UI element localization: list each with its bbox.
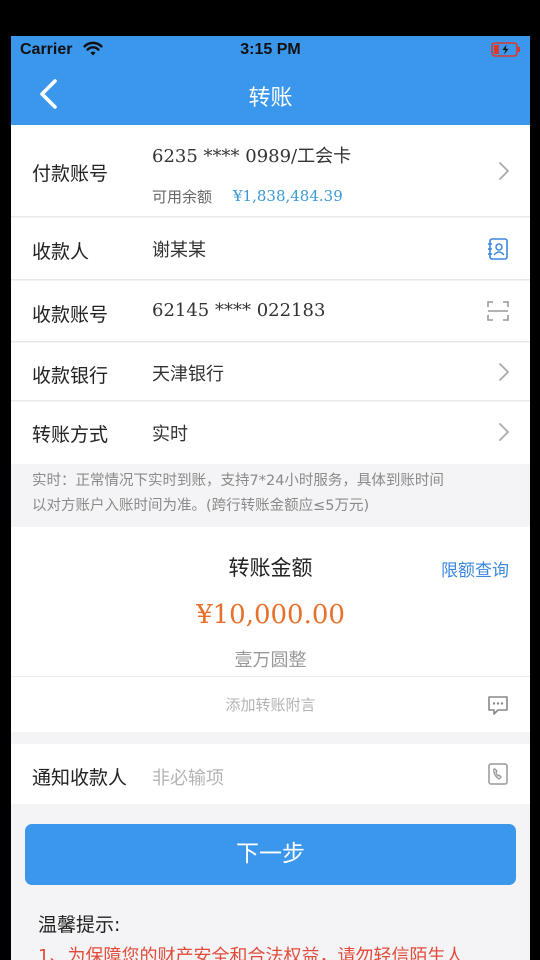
notify-input-placeholder[interactable]: 非必输项 [152, 764, 224, 790]
chevron-right-icon [499, 162, 509, 180]
payee-label: 收款人 [32, 241, 90, 263]
nav-bar: 转账 [11, 64, 530, 125]
note-line-2: 以对方账户入账时间为准。(跨行转账金额应≤5万元) [32, 498, 370, 514]
note-line-1: 实时：正常情况下实时到账，支持7*24小时服务，具体到账时间 [32, 473, 444, 489]
tips-title: 温馨提示: [38, 914, 121, 936]
memo-input-placeholder[interactable]: 添加转账附言 [11, 694, 530, 715]
payee-bank-row[interactable]: 收款银行 天津银行 [11, 343, 530, 401]
payee-bank-value: 天津银行 [152, 364, 224, 385]
memo-row[interactable]: 添加转账附言 [11, 676, 530, 732]
chevron-right-icon [499, 363, 509, 381]
payee-bank-label: 收款银行 [32, 365, 109, 387]
phone-book-icon[interactable] [486, 762, 510, 786]
payee-account-label: 收款账号 [32, 304, 109, 326]
transfer-method-value: 实时 [152, 424, 188, 445]
payer-account-number: 6235 **** 0989/工会卡 [152, 146, 352, 167]
scan-icon[interactable] [486, 299, 510, 323]
payee-name: 谢某某 [152, 240, 206, 261]
amount-value[interactable]: ¥10,000.00 [11, 600, 530, 630]
clock-time: 3:15 PM [240, 41, 301, 58]
next-step-button[interactable]: 下一步 [25, 824, 516, 885]
payee-account-number: 62145 **** 022183 [152, 300, 326, 321]
page-title: 转账 [248, 86, 293, 111]
contacts-book-icon[interactable] [486, 237, 510, 261]
screen: Carrier 3:15 PM 转账 付款账号 6235 **** 0989/工… [11, 36, 530, 960]
payee-row[interactable]: 收款人 谢某某 [11, 218, 530, 280]
transfer-method-label: 转账方式 [32, 424, 109, 446]
transfer-method-row[interactable]: 转账方式 实时 [11, 402, 530, 464]
notify-label: 通知收款人 [32, 767, 128, 789]
amount-in-words: 壹万圆整 [234, 650, 307, 671]
battery-icon [491, 42, 520, 57]
status-bar: Carrier 3:15 PM [11, 36, 530, 64]
chevron-right-icon [499, 423, 509, 441]
notify-payee-row[interactable]: 通知收款人 非必输项 [11, 744, 530, 804]
amount-section: 转账金额 限额查询 ¥10,000.00 壹万圆整 [11, 527, 530, 676]
balance-label: 可用余额 [152, 188, 213, 206]
chat-bubble-icon[interactable] [486, 693, 510, 717]
payer-account-row[interactable]: 付款账号 6235 **** 0989/工会卡 可用余额 ¥1,838,484.… [11, 125, 530, 217]
limit-query-link[interactable]: 限额查询 [441, 556, 509, 581]
realtime-note: 实时：正常情况下实时到账，支持7*24小时服务，具体到账时间 以对方账户入账时间… [11, 464, 530, 524]
payer-account-label: 付款账号 [32, 163, 109, 185]
tips-line-1: 1、为保障您的财产安全和合法权益，请勿轻信陌生人 [38, 946, 464, 960]
payee-account-row[interactable]: 收款账号 62145 **** 022183 [11, 281, 530, 342]
balance-value: ¥1,838,484.39 [233, 187, 343, 205]
